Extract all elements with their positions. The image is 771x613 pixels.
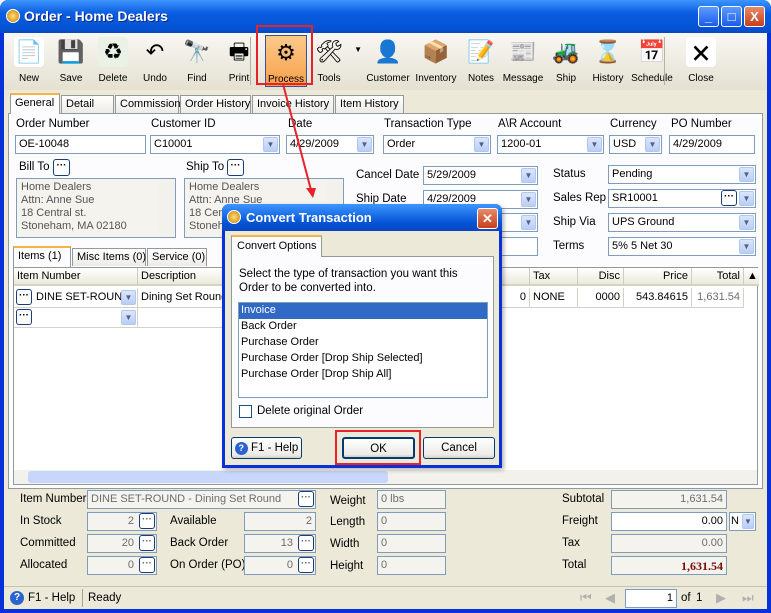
dialog-help-label: F1 - Help xyxy=(250,442,299,454)
help-icon: ? xyxy=(234,442,248,455)
dialog-help-button[interactable]: ? F1 - Help xyxy=(231,437,302,459)
dialog-app-icon xyxy=(227,210,241,224)
convert-options-panel: Select the type of transaction you want … xyxy=(231,256,494,428)
delete-original-label: Delete original Order xyxy=(257,405,364,417)
transaction-option[interactable]: Purchase Order [Drop Ship Selected] xyxy=(239,351,487,367)
item-tab-0[interactable]: Items (1) xyxy=(13,246,71,267)
tab-general[interactable]: General xyxy=(10,93,60,114)
cancel-button[interactable]: Cancel xyxy=(423,437,495,459)
dialog-title-bar: Convert Transaction ✕ xyxy=(222,204,502,231)
ok-highlight xyxy=(335,430,421,465)
transaction-type-list[interactable]: Invoice Back Order Purchase Order Purchase … xyxy=(238,302,488,398)
transaction-option[interactable]: Purchase Order [Drop Ship All] xyxy=(239,367,487,383)
dialog-title: Convert Transaction xyxy=(246,210,372,225)
transaction-option[interactable]: Invoice xyxy=(239,303,487,319)
transaction-option[interactable]: Purchase Order xyxy=(239,335,487,351)
convert-transaction-dialog: Convert Transaction ✕ Convert Options Se… xyxy=(222,204,502,468)
delete-original-checkbox[interactable] xyxy=(239,405,252,418)
dialog-prompt: Select the type of transaction you want … xyxy=(239,268,458,294)
transaction-option[interactable]: Back Order xyxy=(239,319,487,335)
tab-convert-options[interactable]: Convert Options xyxy=(231,235,323,257)
dialog-body: Convert Options Select the type of trans… xyxy=(225,231,499,465)
dialog-close-button[interactable]: ✕ xyxy=(477,208,498,229)
